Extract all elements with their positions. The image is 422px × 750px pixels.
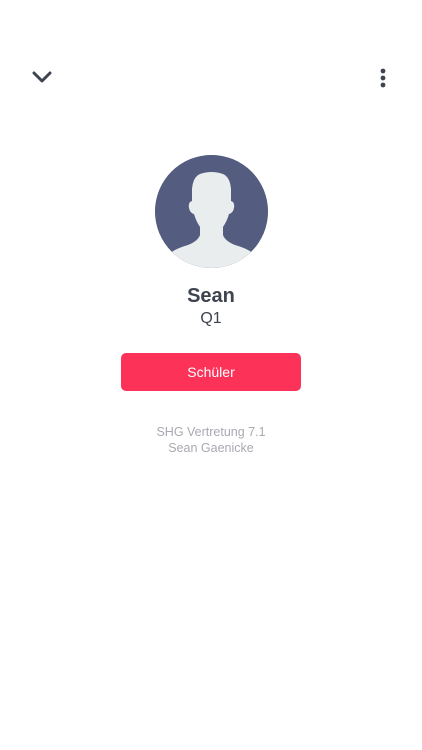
full-name-text: Sean Gaenicke (168, 441, 254, 455)
user-silhouette-icon (154, 155, 268, 268)
profile-grade: Q1 (200, 310, 222, 327)
collapse-button[interactable] (26, 62, 58, 92)
role-button[interactable]: Schüler (121, 353, 301, 391)
app-info: SHG Vertretung 7.1 Sean Gaenicke (156, 424, 265, 456)
profile-section: Sean Q1 Schüler SHG Vertretung 7.1 Sean … (0, 155, 422, 456)
app-version-text: SHG Vertretung 7.1 (156, 425, 266, 439)
top-bar (0, 0, 422, 120)
more-options-button[interactable] (370, 62, 396, 94)
more-vertical-icon (380, 68, 386, 88)
chevron-down-icon (32, 71, 52, 83)
profile-name: Sean (187, 285, 235, 307)
avatar (154, 155, 268, 268)
